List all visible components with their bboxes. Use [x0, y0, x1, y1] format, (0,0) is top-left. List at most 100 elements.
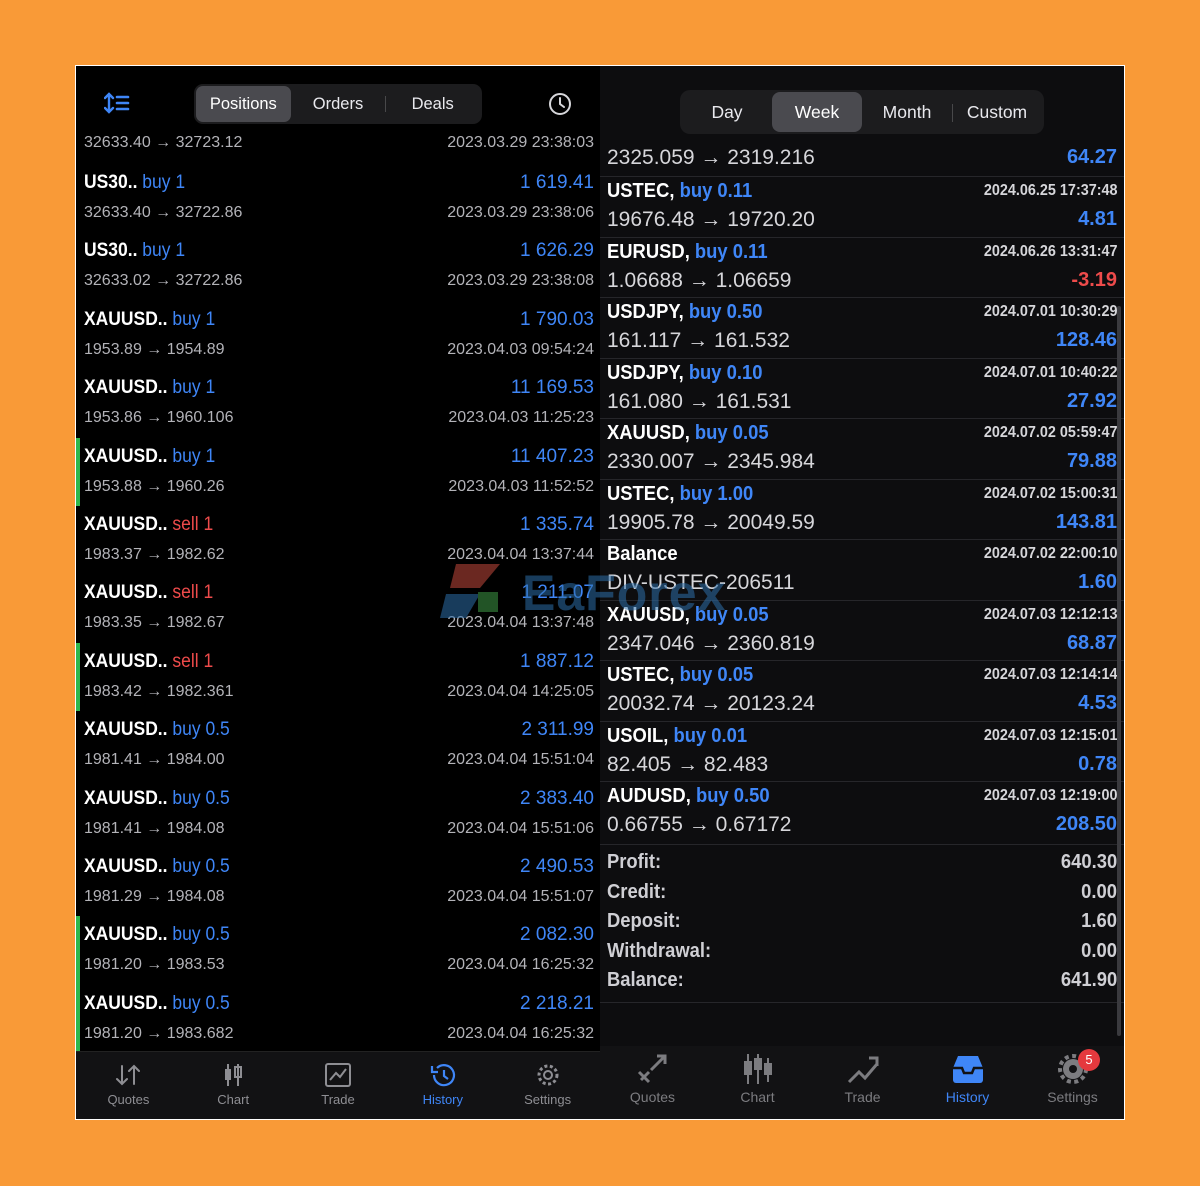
period-day[interactable]: Day [682, 92, 772, 132]
profit-value: 2 383.40 [520, 787, 594, 809]
trade-side: sell [172, 582, 199, 604]
trade-time: 2023.04.04 15:51:04 [447, 751, 594, 769]
period-custom[interactable]: Custom [952, 92, 1042, 132]
summary-label: Credit: [607, 880, 667, 903]
trade-action: buy 0.05 [679, 664, 754, 686]
price-range: 161.080 → 161.531 [607, 389, 792, 413]
symbol-name: XAUUSD.. [84, 992, 168, 1014]
symbol-line: USDJPY, buy 0.10 [607, 362, 762, 385]
trade-action: buy 0.11 [679, 180, 753, 202]
deal-row[interactable]: USTEC, buy 0.11 2024.06.25 17:37:48 19676.… [600, 176, 1124, 237]
clock-icon[interactable] [548, 92, 572, 116]
summary-block: Profit: 640.30 Credit: 0.00 Deposit: 1.60 With… [600, 844, 1124, 999]
bottom-tab-bar: Quotes Chart Trade History Settings [76, 1051, 600, 1119]
trade-side: buy [172, 855, 201, 877]
position-row[interactable]: XAUUSD.. buy 0.5 1981.41 → 1984.00 2 311.9… [76, 711, 600, 779]
summary-row: Withdrawal: 0.00 [600, 940, 1124, 970]
period-week[interactable]: Week [772, 92, 862, 132]
price-range: 1983.37 → 1982.62 [84, 545, 225, 563]
tab-settings[interactable]: Settings [495, 1052, 600, 1119]
deal-row[interactable]: USDJPY, buy 0.10 2024.07.01 10:40:22 161.0… [600, 357, 1124, 419]
deal-row[interactable]: USTEC, buy 1.00 2024.07.02 15:00:31 19905.… [600, 478, 1124, 540]
symbol-name: XAUUSD, [607, 603, 690, 626]
profit-value: 1 335.74 [520, 513, 594, 535]
symbol-name: XAUUSD.. [84, 513, 168, 535]
tab-chart[interactable]: Chart [181, 1052, 286, 1119]
tab-history[interactable]: History [390, 1052, 495, 1119]
deal-row[interactable]: Balance 2024.07.02 22:00:10 DIV-USTEC-206… [600, 539, 1124, 600]
chart-icon [743, 1054, 772, 1084]
summary-value: 0.00 [1081, 880, 1117, 903]
position-row[interactable]: US30.. buy 1 32633.40 → 32722.86 1 619.41 2… [76, 164, 600, 232]
price-range: 1981.29 → 1984.08 [84, 887, 225, 905]
position-row[interactable]: XAUUSD.. buy 0.5 1981.20 → 1983.53 2 082.3… [76, 916, 600, 985]
tab-quotes[interactable]: Quotes [600, 1046, 705, 1119]
tab-quotes[interactable]: Quotes [76, 1052, 181, 1119]
scrollbar[interactable] [1117, 306, 1121, 1036]
symbol-line: USTEC, buy 0.05 [607, 664, 753, 687]
deal-row[interactable]: AUDUSD, buy 0.50 2024.07.03 12:19:00 0.667… [600, 781, 1124, 842]
position-row[interactable]: XAUUSD.. buy 0.5 1981.41 → 1984.08 2 383.4… [76, 780, 600, 848]
symbol-line: XAUUSD.. sell 1 [84, 651, 213, 673]
symbol-line: XAUUSD.. buy 0.5 [84, 993, 230, 1015]
position-row[interactable]: XAUUSD.. buy 1 1953.86 → 1960.106 11 169.5… [76, 369, 600, 437]
tab-trade[interactable]: Trade [286, 1052, 391, 1119]
deal-row[interactable]: XAUUSD, buy 0.05 2024.07.02 05:59:47 2330.… [600, 418, 1124, 479]
deal-row[interactable]: EURUSD, buy 0.11 2024.06.26 13:31:47 1.066… [600, 236, 1124, 298]
position-row[interactable]: XAUUSD.. buy 1 1953.88 → 1960.26 11 407.23… [76, 437, 600, 506]
position-row[interactable]: XAUUSD.. sell 1 1983.42 → 1982.361 1 887.1… [76, 642, 600, 712]
tab-trade[interactable]: Trade [810, 1046, 915, 1119]
profit-value: 1 790.03 [520, 308, 594, 330]
tab-history-label: History [422, 1092, 464, 1107]
deals-list: USTEC, buy 0.11 2024.06.25 17:37:48 19676.… [600, 176, 1124, 842]
trade-time: 2023.03.29 23:38:08 [447, 272, 594, 290]
trade-action: buy 0.01 [673, 724, 748, 747]
trade-action: buy 0.50 [688, 301, 763, 323]
deal-row[interactable]: USTEC, buy 0.05 2024.07.03 12:14:14 20032.… [600, 660, 1124, 721]
trade-time: 2024.07.03 12:15:01 [984, 726, 1118, 744]
list-item-partial[interactable]: 32633.40 → 32723.12 2023.03.29 23:38:03 [76, 130, 600, 158]
trade-time: 2024.06.26 13:31:47 [984, 242, 1118, 260]
deal-row[interactable]: XAUUSD, buy 0.05 2024.07.03 12:12:13 2347.… [600, 599, 1124, 661]
tab-chart-label: Chart [740, 1089, 775, 1105]
profit-value: 1 887.12 [520, 650, 594, 672]
tab-positions[interactable]: Positions [196, 86, 291, 122]
trade-time: 2023.04.04 13:37:48 [447, 614, 594, 632]
period-month[interactable]: Month [862, 92, 952, 132]
position-row[interactable]: XAUUSD.. buy 0.5 1981.20 → 1983.682 2 218.… [76, 984, 600, 1054]
divider [600, 1002, 1124, 1003]
trade-time: 2023.03.29 23:38:06 [447, 204, 594, 221]
deal-row[interactable]: USDJPY, buy 0.50 2024.07.01 10:30:29 161.1… [600, 297, 1124, 358]
history-panel: Day Week Month Custom 2325.059 → 2319.21… [600, 66, 1124, 1119]
tab-settings[interactable]: 5 Settings [1020, 1046, 1124, 1119]
price-range: 161.117 → 161.532 [607, 329, 790, 352]
profit-value: 2 311.99 [521, 719, 594, 741]
price-range: 1953.86 → 1960.106 [84, 409, 234, 427]
symbol-name: XAUUSD.. [84, 582, 168, 604]
tab-orders[interactable]: Orders [291, 86, 386, 122]
sort-icon[interactable] [104, 92, 130, 114]
tab-trade-label: Trade [844, 1089, 881, 1105]
position-row[interactable]: XAUUSD.. sell 1 1983.37 → 1982.62 1 335.74… [76, 506, 600, 574]
tab-deals[interactable]: Deals [385, 86, 480, 122]
trade-time: 2023.04.03 11:25:23 [448, 409, 594, 427]
symbol-name: XAUUSD.. [84, 855, 168, 877]
deal-row[interactable]: USOIL, buy 0.01 2024.07.03 12:15:01 82.405… [600, 720, 1124, 782]
trade-time: 2024.07.02 15:00:31 [984, 484, 1118, 502]
trade-volume: 0.5 [205, 855, 230, 877]
summary-value: 640.30 [1060, 851, 1117, 873]
price-range: 19905.78 → 20049.59 [607, 510, 815, 534]
profit-value: 4.53 [1078, 692, 1117, 714]
price-range: 1983.35 → 1982.67 [84, 614, 225, 632]
tab-chart[interactable]: Chart [705, 1046, 810, 1119]
position-row[interactable]: XAUUSD.. buy 1 1953.89 → 1954.89 1 790.03 2… [76, 301, 600, 369]
summary-row: Balance: 641.90 [600, 969, 1124, 999]
position-row[interactable]: XAUUSD.. buy 0.5 1981.29 → 1984.08 2 490.5… [76, 848, 600, 916]
position-row[interactable]: XAUUSD.. sell 1 1983.35 → 1982.67 1 211.07… [76, 574, 600, 642]
symbol-name: XAUUSD.. [84, 719, 168, 741]
trade-action: buy 0.11 [694, 240, 768, 263]
list-item-partial[interactable]: 2325.059 → 2319.216 64.27 [600, 146, 1124, 174]
position-row[interactable]: US30.. buy 1 32633.02 → 32722.86 1 626.29 2… [76, 232, 600, 300]
tab-history[interactable]: History [915, 1046, 1020, 1119]
price-range: 2330.007 → 2345.984 [607, 450, 815, 473]
